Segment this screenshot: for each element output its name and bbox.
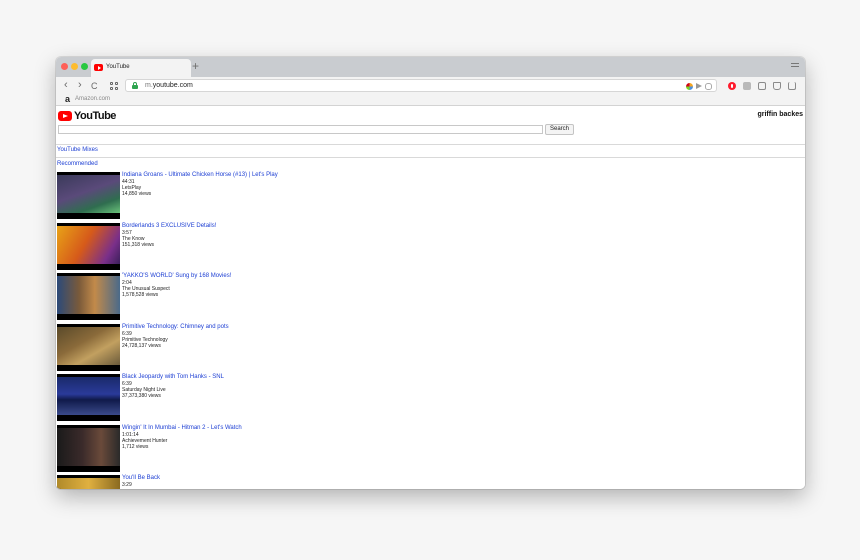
video-views: 1,578,528 views — [122, 292, 159, 298]
tab-title: YouTube — [106, 64, 130, 70]
amazon-icon[interactable]: a — [65, 94, 70, 104]
url-text[interactable]: m.youtube.com — [145, 82, 193, 89]
video-thumbnail[interactable] — [57, 323, 120, 371]
search-button[interactable]: Search — [545, 124, 574, 135]
address-bar[interactable]: m.youtube.com — [125, 79, 717, 92]
video-title[interactable]: 'YAKKO'S WORLD' Sung by 168 Movies! — [122, 273, 231, 280]
lock-icon — [132, 82, 138, 89]
close-window-button[interactable] — [61, 63, 68, 70]
divider — [56, 144, 805, 145]
heart-icon[interactable] — [705, 82, 712, 90]
video-thumbnail[interactable] — [57, 424, 120, 472]
download-icon[interactable] — [788, 81, 796, 90]
back-button[interactable]: ‹ — [64, 79, 68, 91]
video-title[interactable]: Borderlands 3 EXCLUSIVE Details! — [122, 223, 216, 230]
youtube-logo[interactable]: YouTube — [58, 110, 116, 122]
send-icon[interactable] — [696, 83, 702, 89]
wallet-icon[interactable] — [758, 81, 766, 90]
reload-button[interactable]: C — [91, 80, 98, 92]
video-thumbnail[interactable] — [57, 172, 120, 219]
video-thumbnail[interactable] — [57, 374, 120, 421]
browser-window: YouTube + ‹ › C m.youtube.com a Amazon.c… — [56, 57, 805, 489]
youtube-mixes-link[interactable]: YouTube Mixes — [57, 147, 98, 153]
forward-button[interactable]: › — [78, 79, 82, 91]
new-tab-button[interactable]: + — [192, 60, 199, 72]
recommended-heading: Recommended — [57, 161, 98, 167]
browser-menu-icon[interactable] — [791, 63, 799, 70]
list-item: Borderlands 3 EXCLUSIVE Details! 3:57 Th… — [57, 222, 797, 274]
speed-dial-grid-icon[interactable] — [110, 82, 118, 90]
list-item: Indiana Groans - Ultimate Chicken Horse … — [57, 172, 797, 223]
list-item: Wingin' It In Mumbai - Hitman 2 - Let's … — [57, 424, 797, 476]
divider — [56, 157, 805, 158]
tab-youtube[interactable]: YouTube — [91, 59, 191, 77]
maximize-window-button[interactable] — [81, 63, 88, 70]
video-title[interactable]: Wingin' It In Mumbai - Hitman 2 - Let's … — [122, 425, 242, 432]
video-views: 37,373,380 views — [122, 393, 161, 399]
video-title[interactable]: Black Jeopardy with Tom Hanks - SNL — [122, 374, 224, 381]
video-views: 151,318 views — [122, 241, 154, 248]
video-title[interactable]: Indiana Groans - Ultimate Chicken Horse … — [122, 172, 278, 179]
tab-strip: YouTube + — [56, 57, 805, 77]
share-icon[interactable] — [773, 81, 781, 90]
list-item: 'YAKKO'S WORLD' Sung by 168 Movies! 2:04… — [57, 273, 797, 324]
opera-icon[interactable] — [728, 81, 736, 90]
video-views: 24,728,137 views — [122, 342, 161, 349]
video-views: 1,712 views — [122, 443, 149, 450]
video-thumbnail[interactable] — [57, 222, 120, 270]
youtube-favicon-icon — [94, 64, 103, 71]
video-views: 14,850 views — [122, 191, 152, 197]
video-duration: 3:29 — [122, 482, 132, 488]
list-item: You'll Be Back 3:29 — [57, 475, 797, 489]
extension-icon[interactable] — [743, 81, 751, 90]
video-title[interactable]: Primitive Technology: Chimney and pots — [122, 324, 229, 331]
video-title[interactable]: You'll Be Back — [122, 475, 160, 482]
list-item: Primitive Technology: Chimney and pots 6… — [57, 323, 797, 375]
youtube-play-icon — [58, 111, 72, 121]
color-picker-icon[interactable] — [686, 82, 693, 90]
logo-text: YouTube — [74, 110, 116, 122]
search-input[interactable] — [58, 125, 543, 134]
user-name[interactable]: griffin backes — [757, 111, 803, 118]
browser-toolbar: ‹ › C m.youtube.com — [56, 77, 805, 94]
bookmarks-bar: a Amazon.com — [56, 94, 805, 106]
video-thumbnail[interactable] — [57, 273, 120, 320]
list-item: Black Jeopardy with Tom Hanks - SNL 6:39… — [57, 374, 797, 425]
video-list: Indiana Groans - Ultimate Chicken Horse … — [57, 172, 797, 489]
video-thumbnail[interactable] — [57, 475, 120, 489]
minimize-window-button[interactable] — [71, 63, 78, 70]
bookmark-amazon[interactable]: Amazon.com — [75, 96, 110, 102]
page-content: YouTube griffin backes Search YouTube Mi… — [56, 106, 805, 489]
